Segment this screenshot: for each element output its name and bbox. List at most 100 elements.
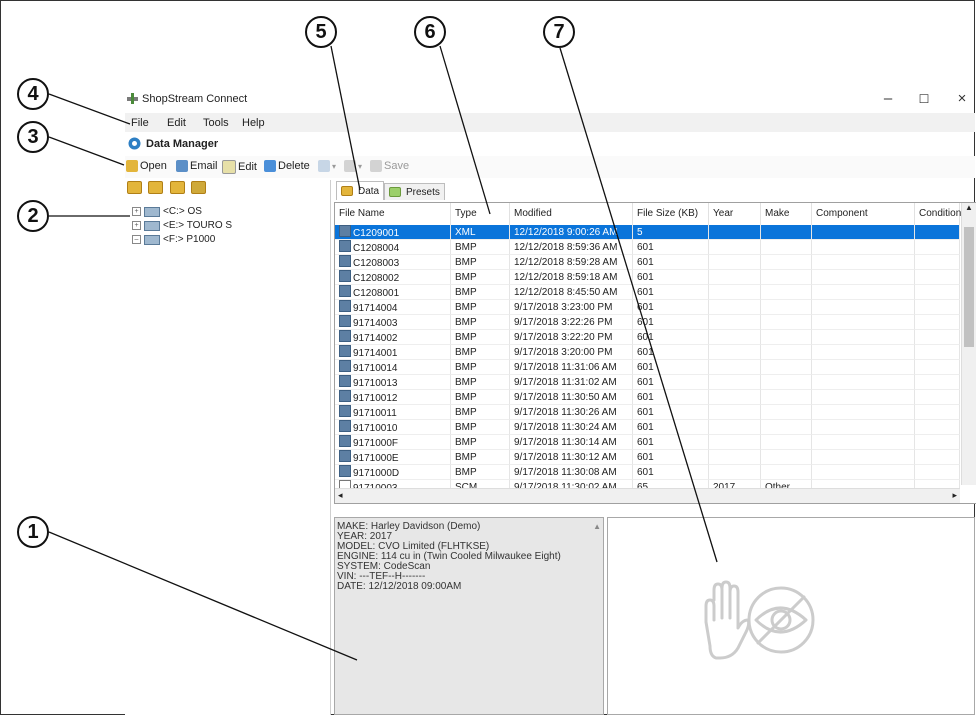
- cell-file-size: 601: [633, 315, 709, 330]
- cell-component: [812, 450, 915, 465]
- scroll-up-icon[interactable]: ▲: [593, 522, 601, 531]
- scroll-up-icon[interactable]: ▲: [962, 203, 976, 212]
- column-header-make[interactable]: Make: [761, 203, 812, 225]
- tab-presets[interactable]: Presets: [384, 183, 445, 200]
- cell-component: [812, 315, 915, 330]
- table-row[interactable]: 9171000F BMP 9/17/2018 11:30:14 AM 601: [335, 435, 960, 450]
- table-row[interactable]: 9171000D BMP 9/17/2018 11:30:08 AM 601: [335, 465, 960, 480]
- column-header-year[interactable]: Year: [709, 203, 761, 225]
- image-file-icon: [339, 420, 351, 432]
- collapse-icon[interactable]: –: [132, 235, 141, 244]
- delete-button[interactable]: Delete: [264, 160, 310, 172]
- open-button[interactable]: Open: [126, 160, 167, 172]
- column-header-component[interactable]: Component: [812, 203, 915, 225]
- cell-text: 9171000F: [353, 438, 399, 449]
- close-button[interactable]: ×: [950, 90, 974, 107]
- cell-file-size: 601: [633, 345, 709, 360]
- table-row[interactable]: C1208001 BMP 12/12/2018 8:45:50 AM 601: [335, 285, 960, 300]
- table-row[interactable]: C1209001 XML 12/12/2018 9:00:26 AM 5: [335, 225, 960, 240]
- cell-year: [709, 450, 761, 465]
- menu-edit[interactable]: Edit: [167, 117, 186, 129]
- cell-text: 601: [637, 317, 654, 328]
- column-header-condition[interactable]: Condition: [915, 203, 961, 225]
- scroll-left-icon[interactable]: ◂: [338, 490, 343, 501]
- folder-icon[interactable]: [148, 181, 164, 194]
- table-row[interactable]: 91714004 BMP 9/17/2018 3:23:00 PM 601: [335, 300, 960, 315]
- table-row[interactable]: 91710014 BMP 9/17/2018 11:31:06 AM 601: [335, 360, 960, 375]
- cell-text: 12/12/2018 8:45:50 AM: [514, 287, 618, 298]
- cell-type: BMP: [451, 390, 510, 405]
- table-row[interactable]: 91714003 BMP 9/17/2018 3:22:26 PM 601: [335, 315, 960, 330]
- cell-text: 601: [637, 392, 654, 403]
- cell-component: [812, 405, 915, 420]
- table-row[interactable]: C1208003 BMP 12/12/2018 8:59:28 AM 601: [335, 255, 960, 270]
- save-button[interactable]: Save: [370, 160, 409, 172]
- cell-make: [761, 465, 812, 480]
- scroll-right-icon[interactable]: ▸: [952, 490, 957, 501]
- cell-file-size: 601: [633, 375, 709, 390]
- cell-make: [761, 450, 812, 465]
- cell-text: BMP: [455, 377, 477, 388]
- folder-icon[interactable]: [169, 181, 185, 194]
- maximize-button[interactable]: ☐: [912, 92, 936, 106]
- tree-item-c-drive[interactable]: + <C:> OS: [132, 206, 202, 217]
- table-row[interactable]: 91710012 BMP 9/17/2018 11:30:50 AM 601: [335, 390, 960, 405]
- table-row[interactable]: 91710011 BMP 9/17/2018 11:30:26 AM 601: [335, 405, 960, 420]
- tab-data[interactable]: Data: [336, 181, 385, 200]
- cell-file-name: 91714001: [335, 345, 451, 360]
- cell-type: BMP: [451, 270, 510, 285]
- cell-make: [761, 360, 812, 375]
- table-row[interactable]: 91710010 BMP 9/17/2018 11:30:24 AM 601: [335, 420, 960, 435]
- cell-text: C1208001: [353, 288, 400, 299]
- preview-pane: [607, 517, 975, 715]
- column-header-file-name[interactable]: File Name: [335, 203, 451, 225]
- cell-year: [709, 225, 761, 240]
- cell-modified: 9/17/2018 11:30:12 AM: [510, 450, 633, 465]
- table-row[interactable]: C1208004 BMP 12/12/2018 8:59:36 AM 601: [335, 240, 960, 255]
- table-row[interactable]: 91714002 BMP 9/17/2018 3:22:20 PM 601: [335, 330, 960, 345]
- scroll-thumb[interactable]: [964, 227, 974, 347]
- cell-modified: 9/17/2018 11:30:14 AM: [510, 435, 633, 450]
- print-dropdown-button[interactable]: ▾: [344, 160, 362, 172]
- cell-type: BMP: [451, 330, 510, 345]
- folder-icon[interactable]: [191, 181, 207, 194]
- cell-modified: 9/17/2018 3:20:00 PM: [510, 345, 633, 360]
- cell-type: BMP: [451, 345, 510, 360]
- table-row[interactable]: 91714001 BMP 9/17/2018 3:20:00 PM 601: [335, 345, 960, 360]
- menu-help[interactable]: Help: [242, 117, 265, 129]
- cell-type: BMP: [451, 315, 510, 330]
- tree-item-e-drive[interactable]: + <E:> TOURO S: [132, 220, 232, 231]
- print-icon: [344, 160, 356, 172]
- table-row[interactable]: 9171000E BMP 9/17/2018 11:30:12 AM 601: [335, 450, 960, 465]
- vertical-scrollbar[interactable]: ▲: [961, 203, 976, 485]
- column-header-type[interactable]: Type: [451, 203, 510, 225]
- cell-year: [709, 360, 761, 375]
- column-header-file-size[interactable]: File Size (KB): [633, 203, 709, 225]
- horizontal-scrollbar[interactable]: ◂ ▸: [335, 488, 960, 503]
- cell-component: [812, 300, 915, 315]
- new-folder-icon[interactable]: [127, 181, 142, 194]
- menu-file[interactable]: File: [131, 117, 149, 129]
- tree-item-f-drive[interactable]: – <F:> P1000: [132, 234, 215, 245]
- copy-dropdown-button[interactable]: ▾: [318, 160, 336, 172]
- edit-button[interactable]: Edit: [222, 160, 257, 174]
- cell-condition: [915, 240, 960, 255]
- cell-year: [709, 315, 761, 330]
- image-file-icon: [339, 330, 351, 342]
- edit-icon: [222, 160, 236, 174]
- minimize-button[interactable]: –: [876, 90, 900, 107]
- image-file-icon: [339, 375, 351, 387]
- column-header-modified[interactable]: Modified: [510, 203, 633, 225]
- cell-file-name: 91710013: [335, 375, 451, 390]
- cell-text: 91710012: [353, 393, 398, 404]
- cell-type: BMP: [451, 255, 510, 270]
- cell-file-name: 91710010: [335, 420, 451, 435]
- cell-type: BMP: [451, 360, 510, 375]
- menu-tools[interactable]: Tools: [203, 117, 229, 129]
- table-row[interactable]: 91710013 BMP 9/17/2018 11:31:02 AM 601: [335, 375, 960, 390]
- table-row[interactable]: C1208002 BMP 12/12/2018 8:59:18 AM 601: [335, 270, 960, 285]
- expand-icon[interactable]: +: [132, 207, 141, 216]
- callout-2: 2: [17, 200, 49, 232]
- expand-icon[interactable]: +: [132, 221, 141, 230]
- email-button[interactable]: Email: [176, 160, 218, 172]
